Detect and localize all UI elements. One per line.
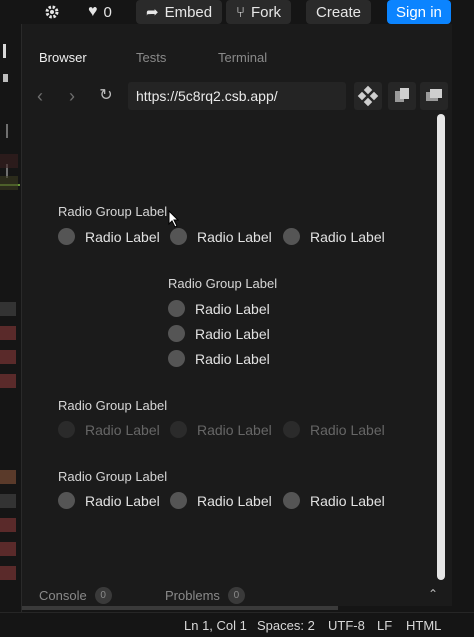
create-label: Create [316,3,362,21]
radio-option[interactable]: Radio Label [168,300,270,317]
radio-label: Radio Label [85,228,160,245]
status-bar: Ln 1, Col 1 Spaces: 2 UTF-8 LF HTML [0,612,474,637]
like-count: 0 [103,3,112,21]
radio-label: Radio Label [197,421,272,438]
problems-count-badge: 0 [227,587,245,604]
radio-circle [170,421,187,438]
radio-label: Radio Label [310,492,385,509]
windows-icon [426,89,442,101]
radio-label: Radio Label [310,228,385,245]
editor-gutter [0,24,22,637]
address-bar[interactable]: https://5c8rq2.csb.app/ [128,82,346,110]
preview-content: Radio Group Label Radio Label Radio Labe… [22,114,434,580]
sign-in-button[interactable]: Sign in [387,0,451,24]
radio-option[interactable]: Radio Label [58,492,160,509]
radio-label: Radio Label [85,421,160,438]
radio-option[interactable]: Radio Label [168,325,270,342]
settings-button[interactable] [44,0,60,24]
radio-group-label: Radio Group Label [58,204,168,219]
sign-in-label: Sign in [396,3,442,21]
radio-circle[interactable] [168,325,185,342]
devtools-button[interactable] [420,82,448,110]
tab-browser[interactable]: Browser [39,50,87,65]
tab-tests[interactable]: Tests [136,50,166,65]
layers-icon [395,88,409,102]
chevron-up-icon[interactable]: ⌃ [428,587,438,601]
top-toolbar: ♥ 0 ➦ Embed ⑂ Fork Create Sign in [0,0,474,24]
vertical-scrollbar[interactable] [434,114,448,580]
open-new-window-button[interactable] [388,82,416,110]
tab-problems[interactable]: Problems 0 [165,587,245,604]
line-ending[interactable]: LF [377,618,392,633]
fork-icon: ⑂ [236,3,246,21]
radio-label: Radio Label [310,421,385,438]
radio-circle [58,421,75,438]
horizontal-scrollbar[interactable] [22,606,338,610]
share-arrow-icon: ➦ [146,4,159,21]
cursor-position[interactable]: Ln 1, Col 1 [184,618,247,633]
fork-button[interactable]: ⑂ Fork [226,0,292,24]
radio-circle[interactable] [170,228,187,245]
radio-label: Radio Label [195,300,270,317]
language-mode[interactable]: HTML [406,618,441,633]
radio-circle[interactable] [283,492,300,509]
forward-arrow-icon[interactable]: › [62,86,82,106]
radio-circle [283,421,300,438]
gear-icon [45,5,59,19]
radio-option[interactable]: Radio Label [58,228,160,245]
tab-terminal[interactable]: Terminal [218,50,267,65]
radio-circle[interactable] [283,228,300,245]
radio-circle[interactable] [58,228,75,245]
back-arrow-icon[interactable]: ‹ [30,86,50,106]
radio-label: Radio Label [197,492,272,509]
radio-option-disabled: Radio Label [170,421,272,438]
radio-circle[interactable] [58,492,75,509]
radio-circle[interactable] [168,300,185,317]
embed-button[interactable]: ➦ Embed [136,0,223,24]
radio-option[interactable]: Radio Label [283,492,385,509]
mouse-pointer-icon [168,210,180,228]
scrollbar-thumb[interactable] [437,114,445,580]
refresh-icon[interactable]: ↻ [96,86,116,106]
browser-navbar: ‹ › ↻ https://5c8rq2.csb.app/ [22,82,452,110]
radio-label: Radio Label [197,228,272,245]
radio-option[interactable]: Radio Label [168,350,270,367]
embed-label: Embed [164,3,213,21]
radio-label: Radio Label [195,350,270,367]
radio-group-label: Radio Group Label [58,469,168,484]
diamond-grid-icon [357,85,379,107]
tab-console[interactable]: Console 0 [39,587,112,604]
problems-label: Problems [165,588,220,603]
radio-option-disabled: Radio Label [58,421,160,438]
radio-circle[interactable] [168,350,185,367]
radio-option[interactable]: Radio Label [283,228,385,245]
codesandbox-button[interactable] [354,82,382,110]
console-label: Console [39,588,87,603]
console-count-badge: 0 [94,587,112,604]
indentation[interactable]: Spaces: 2 [257,618,315,633]
radio-label: Radio Label [85,492,160,509]
create-button[interactable]: Create [306,0,372,24]
radio-option-disabled: Radio Label [283,421,385,438]
like-button[interactable]: ♥ 0 [88,0,112,24]
radio-group-label: Radio Group Label [58,398,168,413]
radio-circle[interactable] [170,492,187,509]
bottom-panel-tabs: Console 0 Problems 0 ⌃ [22,584,452,606]
heart-icon: ♥ [88,3,98,20]
panel-tabs: Browser Tests Terminal [22,24,452,68]
radio-option[interactable]: Radio Label [170,492,272,509]
fork-label: Fork [251,3,282,21]
encoding[interactable]: UTF-8 [328,618,365,633]
radio-option[interactable]: Radio Label [170,228,272,245]
radio-label: Radio Label [195,325,270,342]
radio-group-label: Radio Group Label [168,276,278,291]
